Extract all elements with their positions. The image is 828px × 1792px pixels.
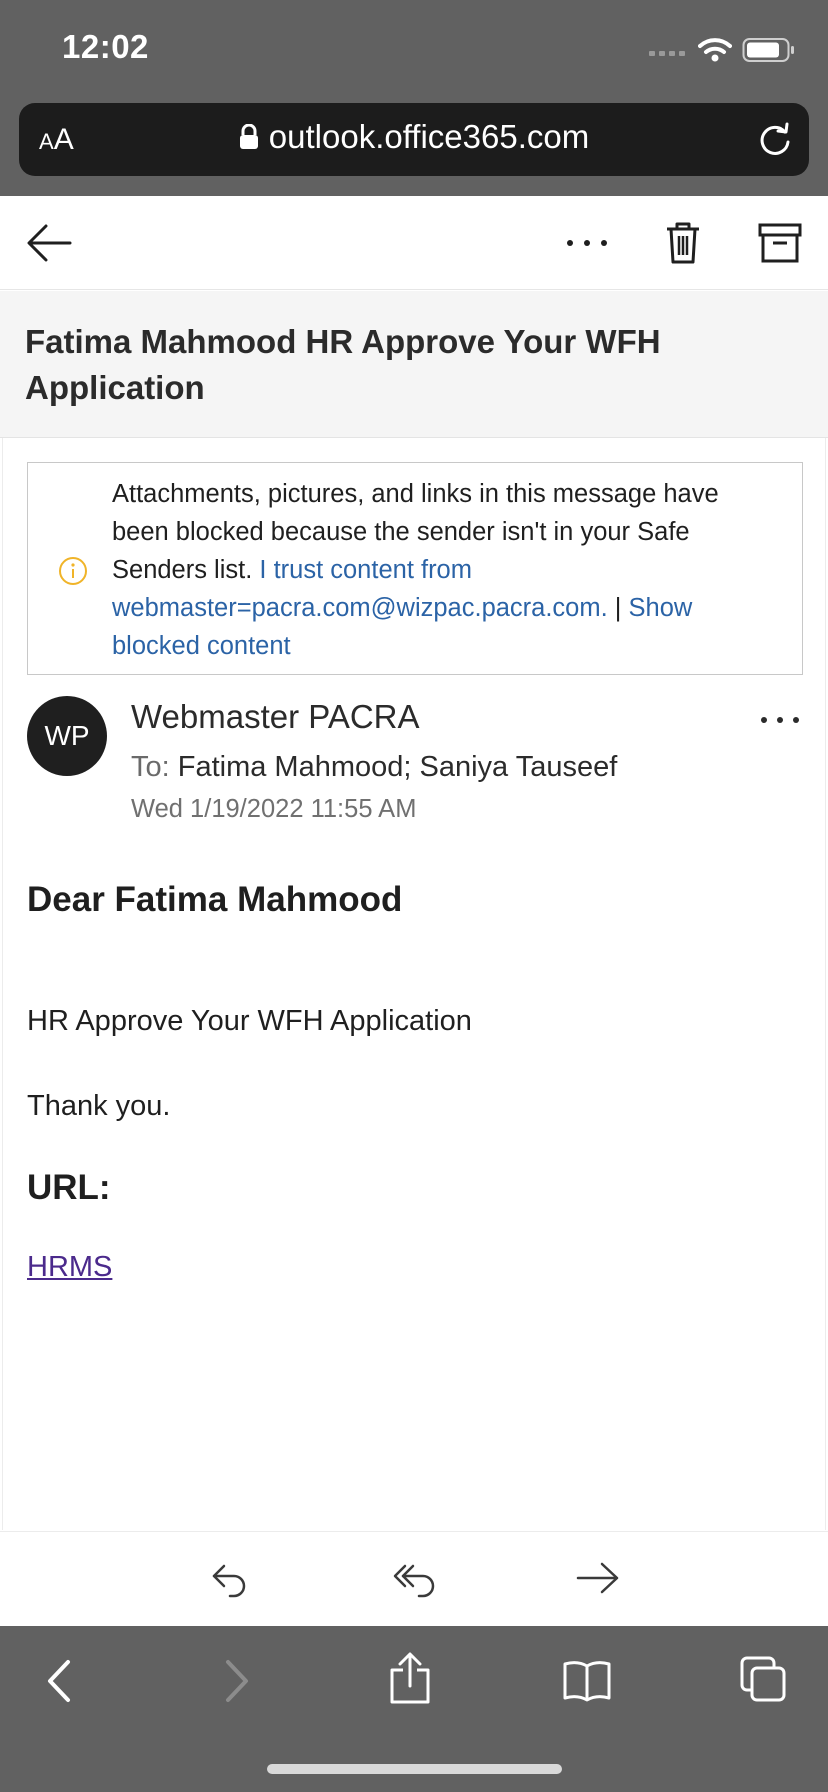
chevron-left-icon: [48, 1660, 70, 1702]
address-bar[interactable]: AA outlook.office365.com: [19, 103, 809, 176]
message-greeting: Dear Fatima Mahmood: [27, 880, 403, 919]
cellular-signal-icon: [649, 51, 685, 56]
message-body-line: HR Approve Your WFH Application: [27, 1005, 472, 1037]
email-subject: Fatima Mahmood HR Approve Your WFH Appli…: [25, 323, 661, 406]
tabs-icon: [740, 1656, 786, 1702]
reply-icon: [212, 1564, 246, 1598]
url-field[interactable]: outlook.office365.com: [19, 118, 809, 156]
archive-button[interactable]: [756, 218, 804, 268]
tabs-button[interactable]: [740, 1656, 786, 1707]
home-indicator[interactable]: [267, 1764, 562, 1774]
lock-icon: [239, 124, 258, 149]
share-icon: [390, 1652, 430, 1704]
back-button[interactable]: [24, 218, 74, 268]
subject-header: Fatima Mahmood HR Approve Your WFH Appli…: [0, 291, 828, 438]
bookmarks-button[interactable]: [562, 1660, 612, 1707]
forward-icon: [576, 1562, 619, 1594]
url-text: outlook.office365.com: [268, 118, 590, 155]
recipients[interactable]: Fatima Mahmood; Saniya Tauseef: [178, 751, 618, 783]
status-time: 12:02: [62, 28, 149, 65]
recipients-line: To: Fatima Mahmood; Saniya Tauseef: [131, 751, 617, 784]
reply-all-button[interactable]: [393, 1558, 437, 1603]
sender-avatar[interactable]: WP: [27, 696, 107, 776]
arrow-left-icon: [27, 224, 72, 262]
to-label: To:: [131, 751, 170, 783]
message-toolbar: [0, 196, 828, 290]
more-horizontal-icon: [567, 240, 607, 246]
message-body-line: Thank you.: [27, 1090, 171, 1122]
info-icon: [59, 557, 87, 585]
blocked-content-banner: Attachments, pictures, and links in this…: [27, 462, 803, 675]
delete-button[interactable]: [660, 218, 706, 268]
forward-button[interactable]: [576, 1558, 620, 1603]
book-icon: [563, 1661, 611, 1702]
reply-all-icon: [393, 1564, 435, 1598]
status-bar: 12:02 AA outlook.office365.com: [0, 0, 828, 196]
archive-icon: [758, 223, 802, 263]
reload-icon[interactable]: [757, 120, 793, 158]
avatar-initials: WP: [44, 720, 90, 751]
message-action-bar: [0, 1531, 828, 1626]
battery-icon: [742, 38, 794, 62]
url-heading: URL:: [27, 1168, 111, 1207]
more-horizontal-icon: [761, 717, 799, 723]
status-icons: [648, 34, 796, 66]
browser-forward-button[interactable]: [222, 1658, 252, 1709]
browser-back-button[interactable]: [44, 1658, 74, 1709]
sender-name[interactable]: Webmaster PACRA: [131, 698, 420, 736]
link-separator: |: [614, 594, 622, 622]
hrms-link[interactable]: HRMS: [27, 1251, 112, 1284]
more-actions-button[interactable]: [562, 218, 612, 268]
blocked-content-message: Attachments, pictures, and links in this…: [112, 475, 752, 665]
reply-button[interactable]: [210, 1558, 250, 1603]
wifi-icon: [698, 38, 732, 62]
chevron-right-icon: [226, 1660, 248, 1702]
share-button[interactable]: [388, 1652, 432, 1709]
trash-icon: [667, 222, 699, 264]
message-more-button[interactable]: [760, 712, 800, 730]
message-date: Wed 1/19/2022 11:55 AM: [131, 795, 417, 823]
